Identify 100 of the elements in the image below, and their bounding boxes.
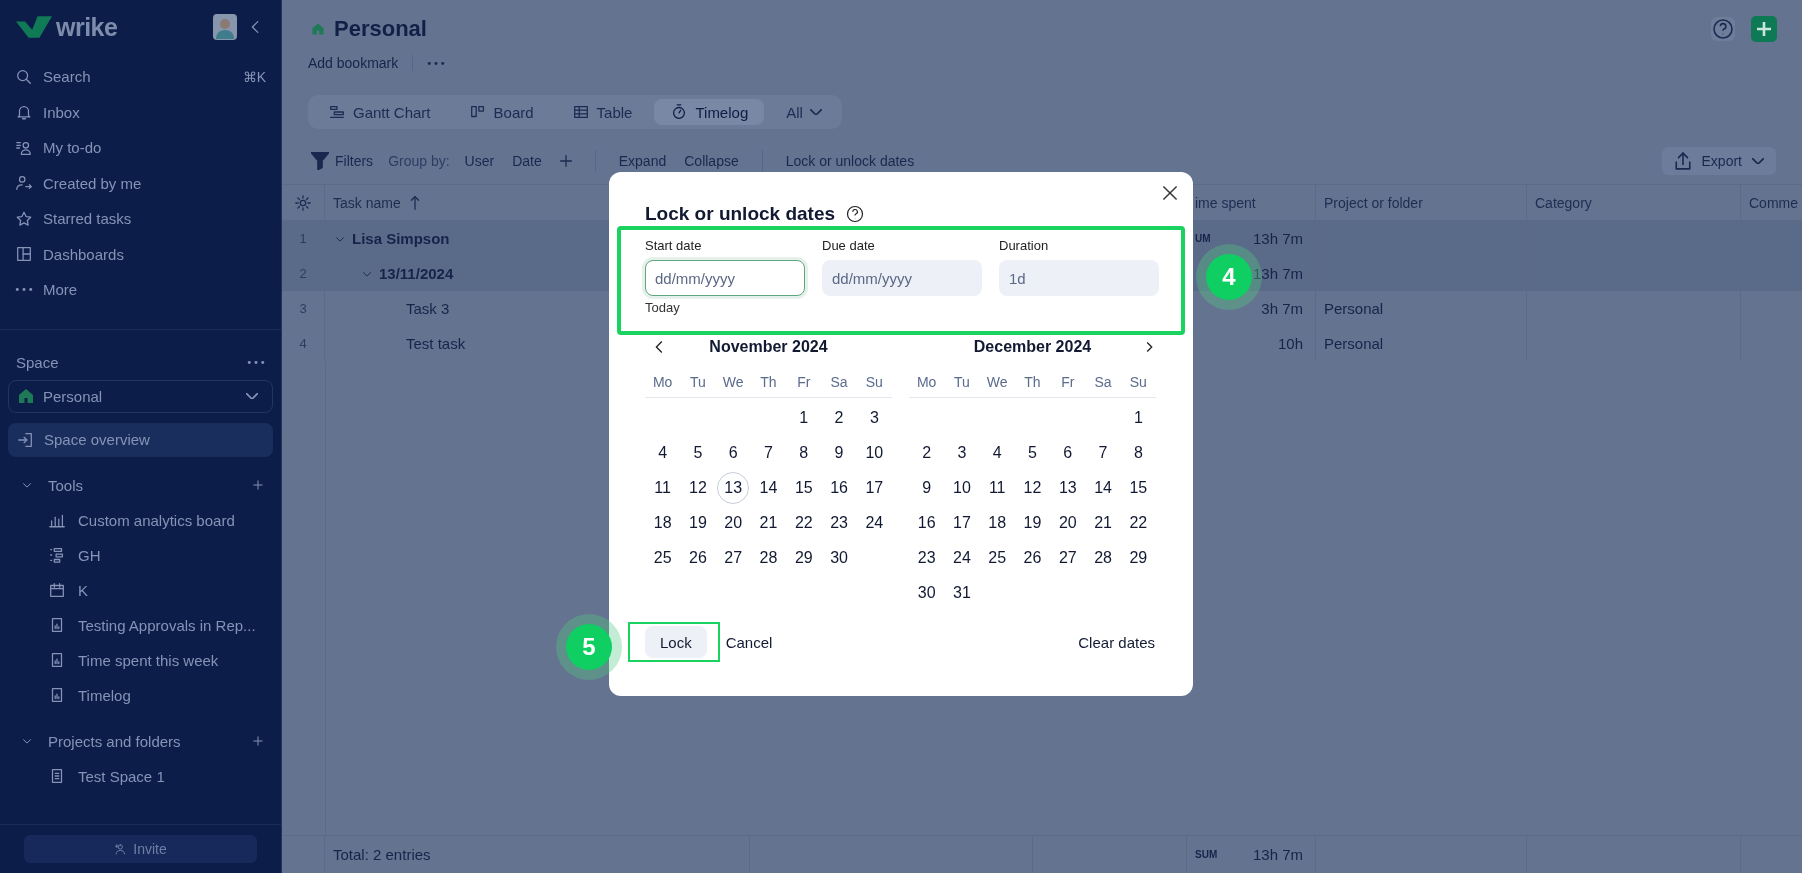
cancel-button[interactable]: Cancel — [723, 633, 775, 651]
calendar-day[interactable]: 4 — [646, 436, 679, 469]
calendar-day[interactable]: 2 — [823, 401, 856, 434]
calendar-day[interactable]: 4 — [981, 436, 1014, 469]
add-icon[interactable] — [251, 734, 265, 748]
calendar-day[interactable]: 17 — [945, 506, 978, 539]
calendar-day[interactable]: 6 — [1051, 436, 1084, 469]
calendar-day[interactable]: 27 — [1051, 541, 1084, 574]
calendar-day[interactable]: 13 — [1051, 471, 1084, 504]
calendar-day[interactable]: 14 — [1087, 471, 1120, 504]
sidebar-item[interactable]: GH — [0, 537, 281, 573]
settings-icon[interactable] — [294, 193, 312, 212]
calendar-day[interactable]: 23 — [823, 506, 856, 539]
calendar-day[interactable]: 29 — [1122, 541, 1155, 574]
calendar-day[interactable]: 9 — [910, 471, 943, 504]
calendar-day[interactable]: 3 — [858, 401, 891, 434]
calendar-day[interactable]: 20 — [1051, 506, 1084, 539]
calendar-day[interactable]: 15 — [787, 471, 820, 504]
add-icon[interactable] — [251, 478, 265, 492]
calendar-day[interactable]: 11 — [981, 471, 1014, 504]
nav-item[interactable]: Space overview — [8, 422, 273, 457]
sidebar-item[interactable]: Test Space 1 — [0, 758, 281, 794]
calendar-day[interactable]: 18 — [646, 506, 679, 539]
weekday-label: Sa — [829, 374, 849, 390]
calendar-day[interactable]: 14 — [752, 471, 785, 504]
calendar-day[interactable]: 24 — [858, 506, 891, 539]
clear-dates-button[interactable]: Clear dates — [1076, 633, 1157, 651]
calendar-day[interactable]: 2 — [910, 436, 943, 469]
nav-item[interactable]: Dashboards — [0, 236, 281, 272]
more-icon[interactable] — [247, 360, 265, 365]
weekday-label: Tu — [689, 374, 707, 390]
weekday-label: Mo — [651, 374, 674, 390]
weekday-label: Th — [759, 374, 778, 390]
date-field[interactable]: dd/mm/yyyy — [645, 260, 805, 296]
nav-item[interactable]: My to-do — [0, 130, 281, 166]
nav-item[interactable]: Search ⌘K — [0, 59, 281, 95]
calendar-day[interactable]: 6 — [717, 436, 750, 469]
calendar-day[interactable]: 12 — [681, 471, 714, 504]
calendar-day[interactable]: 21 — [752, 506, 785, 539]
calendar-day[interactable]: 29 — [787, 541, 820, 574]
space-dropdown[interactable]: Personal — [8, 379, 273, 413]
more-icon[interactable] — [427, 60, 446, 66]
calendar-day[interactable]: 3 — [945, 436, 978, 469]
calendar-day[interactable]: 16 — [910, 506, 943, 539]
nav-item[interactable]: Inbox — [0, 94, 281, 130]
calendar-day[interactable]: 25 — [981, 541, 1014, 574]
calendar-day[interactable]: 16 — [823, 471, 856, 504]
lock-button[interactable]: Lock — [645, 626, 707, 658]
calendar-day[interactable]: 9 — [823, 436, 856, 469]
calendar-day[interactable]: 1 — [1122, 401, 1155, 434]
sidebar-item[interactable]: Testing Approvals in Rep... — [0, 607, 281, 643]
nav-item[interactable]: Starred tasks — [0, 201, 281, 237]
calendar-day[interactable]: 28 — [752, 541, 785, 574]
calendar-day[interactable]: 22 — [787, 506, 820, 539]
calendar-day[interactable]: 27 — [717, 541, 750, 574]
calendar-day[interactable]: 30 — [823, 541, 856, 574]
calendar-day[interactable]: 30 — [910, 576, 943, 609]
calendar-day[interactable]: 21 — [1087, 506, 1120, 539]
calendar-day[interactable]: 26 — [681, 541, 714, 574]
calendar-day[interactable]: 7 — [752, 436, 785, 469]
today-link[interactable]: Today — [645, 300, 680, 315]
calendar-day[interactable]: 1 — [787, 401, 820, 434]
sidebar-item[interactable]: Timelog — [0, 677, 281, 713]
calendar-day[interactable]: 7 — [1087, 436, 1120, 469]
view-tab[interactable]: Timelog — [654, 99, 765, 125]
add-icon[interactable] — [1751, 16, 1777, 42]
calendar-day[interactable]: 26 — [1016, 541, 1049, 574]
calendar-day[interactable]: 8 — [1122, 436, 1155, 469]
invite-button[interactable]: Invite — [24, 835, 257, 863]
calendar-day[interactable]: 31 — [945, 576, 978, 609]
weekday-label: We — [721, 374, 745, 390]
calendar-day[interactable]: 20 — [717, 506, 750, 539]
calendar-day[interactable]: 10 — [945, 471, 978, 504]
calendar-day[interactable]: 17 — [858, 471, 891, 504]
nav-item[interactable]: Created by me — [0, 165, 281, 201]
calendar-day[interactable]: 25 — [646, 541, 679, 574]
sidebar-item[interactable]: K — [0, 572, 281, 608]
section-label[interactable]: Tools — [48, 476, 84, 494]
calendar-day[interactable]: 12 — [1016, 471, 1049, 504]
sidebar-item[interactable]: Time spent this week — [0, 642, 281, 678]
calendar-day[interactable]: 5 — [681, 436, 714, 469]
section-label[interactable]: Projects and folders — [48, 732, 181, 750]
date-field[interactable]: 1d — [999, 260, 1159, 296]
calendar-day[interactable]: 11 — [646, 471, 679, 504]
nav-item[interactable]: More — [0, 272, 281, 308]
calendar-day[interactable]: 22 — [1122, 506, 1155, 539]
calendar-day[interactable]: 18 — [981, 506, 1014, 539]
logo-check-icon — [16, 16, 52, 38]
calendar-day[interactable]: 19 — [1016, 506, 1049, 539]
date-field[interactable]: dd/mm/yyyy — [822, 260, 982, 296]
calendar-day[interactable]: 28 — [1087, 541, 1120, 574]
calendar-day[interactable]: 19 — [681, 506, 714, 539]
calendar-day[interactable]: 24 — [945, 541, 978, 574]
help-icon[interactable] — [845, 204, 866, 224]
calendar-day[interactable]: 8 — [787, 436, 820, 469]
calendar-day[interactable]: 15 — [1122, 471, 1155, 504]
sidebar-item[interactable]: Custom analytics board — [0, 502, 281, 538]
calendar-day[interactable]: 10 — [858, 436, 891, 469]
calendar-day[interactable]: 23 — [910, 541, 943, 574]
calendar-day[interactable]: 5 — [1016, 436, 1049, 469]
